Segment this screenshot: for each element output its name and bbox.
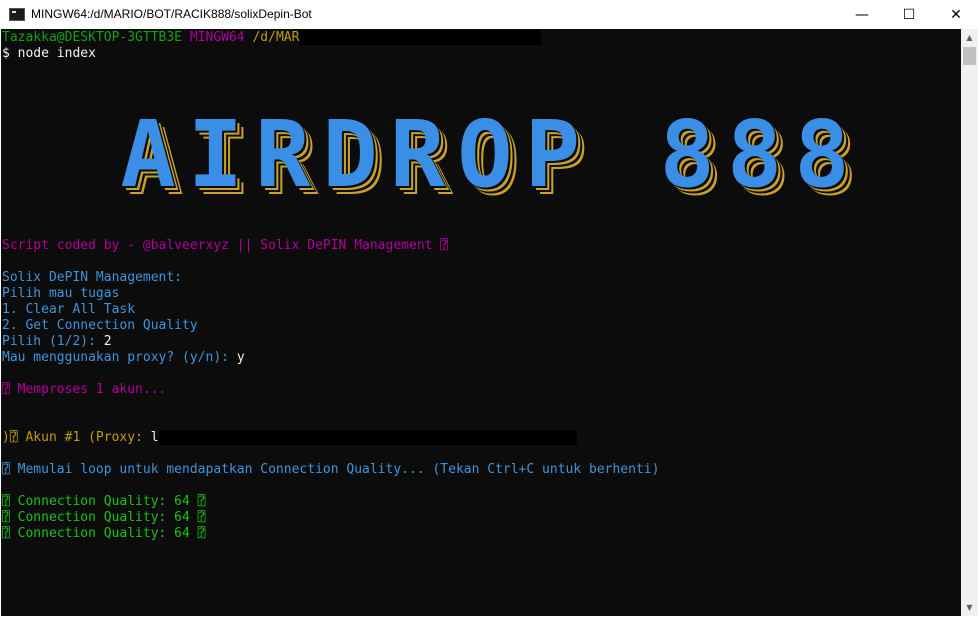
scroll-up-icon[interactable]: ▲ <box>961 29 978 46</box>
scroll-thumb[interactable] <box>963 47 976 65</box>
prompt-user-host: Tazakka@DESKTOP-3GTTB3E <box>2 30 183 45</box>
maximize-button[interactable]: ☐ <box>886 0 932 29</box>
choice-line: Pilih (1/2): 2 <box>2 334 112 350</box>
choice-label: Pilih (1/2): <box>2 334 104 349</box>
proxy-line: Mau menggunakan proxy? (y/n): y <box>2 350 245 366</box>
scroll-down-icon[interactable]: ▼ <box>961 599 978 616</box>
proxy-label: Mau menggunakan proxy? (y/n): <box>2 350 237 365</box>
choice-value: 2 <box>103 334 112 349</box>
command-line: $ node index <box>2 46 96 61</box>
account-label: )⍰ Akun #1 (Proxy: <box>2 430 151 445</box>
prompt-path: /d/MAR <box>252 30 300 45</box>
prompt-line: Tazakka@DESKTOP-3GTTB3E MINGW64 /d/MAR <box>2 30 542 46</box>
processing-line: ⍰ Memproses 1 akun... <box>2 382 167 397</box>
redacted-proxy <box>158 430 577 445</box>
menu-option-2: 2. Get Connection Quality <box>2 318 198 333</box>
menu-title: Solix DePIN Management: <box>2 270 183 285</box>
close-button[interactable]: ✕ <box>933 0 979 29</box>
prompt-shell: MINGW64 <box>189 30 245 45</box>
window-title: MINGW64:/d/MARIO/BOT/RACIK888/solixDepin… <box>31 7 312 21</box>
account-cursor: l <box>150 430 159 445</box>
terminal-app-icon[interactable] <box>9 8 25 21</box>
vertical-scrollbar[interactable]: ▲ ▼ <box>961 29 978 616</box>
ascii-banner: AIRDROP 888 <box>101 84 881 224</box>
quality-line: ⍰ Connection Quality: 64 ⍰ <box>2 494 206 509</box>
credit-line: Script coded by - @balveerxyz || Solix D… <box>2 238 449 253</box>
banner-text: AIRDROP 888 <box>120 100 862 208</box>
loop-line: ⍰ Memulai loop untuk mendapatkan Connect… <box>2 462 660 477</box>
account-line: )⍰ Akun #1 (Proxy: l <box>2 430 577 446</box>
minimize-button[interactable]: — <box>839 0 885 29</box>
proxy-value: y <box>236 350 245 365</box>
quality-line: ⍰ Connection Quality: 64 ⍰ <box>2 510 206 525</box>
terminal-output[interactable]: Tazakka@DESKTOP-3GTTB3E MINGW64 /d/MAR $… <box>1 29 961 616</box>
menu-option-1: 1. Clear All Task <box>2 302 136 317</box>
window-titlebar[interactable]: MINGW64:/d/MARIO/BOT/RACIK888/solixDepin… <box>0 0 979 29</box>
redacted-block <box>299 30 542 45</box>
quality-line: ⍰ Connection Quality: 64 ⍰ <box>2 526 206 541</box>
menu-prompt: Pilih mau tugas <box>2 286 120 301</box>
